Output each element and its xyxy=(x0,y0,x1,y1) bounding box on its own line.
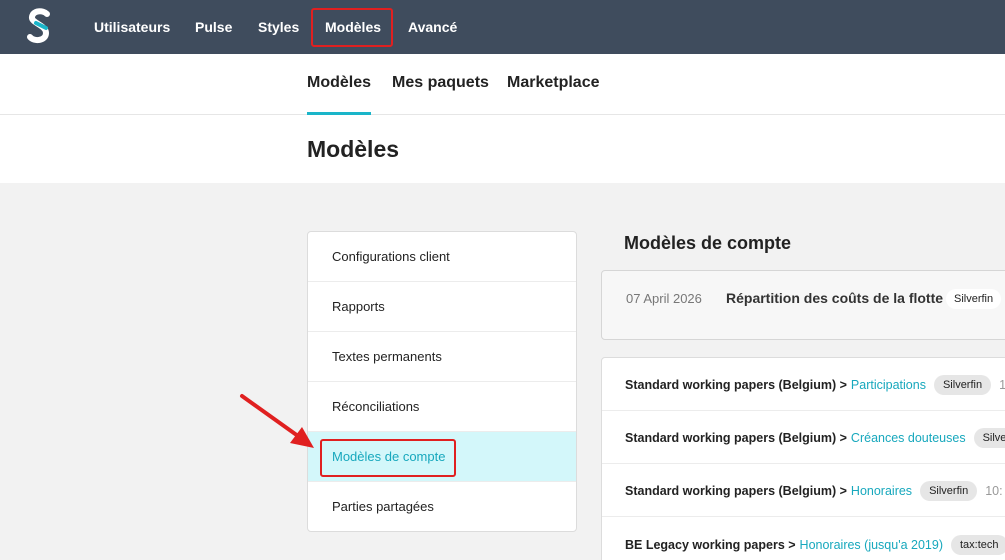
row-meta: 10: xyxy=(985,483,1003,498)
menu-item-configurations-client[interactable]: Configurations client xyxy=(308,232,576,282)
row-badge: Silverfin xyxy=(920,480,978,501)
row-badge: Silverfin xyxy=(933,374,992,395)
menu-item-rapports[interactable]: Rapports xyxy=(308,282,576,332)
row-package: Standard working papers (Belgium) > xyxy=(625,483,847,498)
list-item: Standard working papers (Belgium) > Hono… xyxy=(602,464,1005,517)
menu-item-modeles-de-compte[interactable]: Modèles de compte xyxy=(308,432,576,482)
page-header xyxy=(0,115,1005,183)
list-item: Standard working papers (Belgium) > Part… xyxy=(602,358,1005,411)
tab-mes-paquets[interactable]: Mes paquets xyxy=(392,54,489,115)
sub-nav: Modèles Mes paquets Marketplace xyxy=(0,54,1005,115)
featured-date: 07 April 2026 xyxy=(626,291,702,306)
nav-utilisateurs[interactable]: Utilisateurs xyxy=(94,0,170,54)
menu-item-reconciliations[interactable]: Réconciliations xyxy=(308,382,576,432)
row-meta: 1 xyxy=(999,377,1005,392)
silverfin-logo[interactable] xyxy=(27,8,51,44)
section-title: Modèles de compte xyxy=(624,233,792,253)
menu-item-parties-partagees[interactable]: Parties partagées xyxy=(308,482,576,531)
tab-marketplace[interactable]: Marketplace xyxy=(507,54,600,115)
template-type-menu: Configurations client Rapports Textes pe… xyxy=(307,231,577,532)
nav-modeles[interactable]: Modèles xyxy=(325,0,381,54)
menu-item-textes-permanents[interactable]: Textes permanents xyxy=(308,332,576,382)
row-package: BE Legacy working papers > xyxy=(625,537,796,552)
featured-badge: Silverfin xyxy=(946,289,1002,309)
row-badge: tax:tech xyxy=(951,534,1005,555)
nav-avance[interactable]: Avancé xyxy=(408,0,457,54)
list-item: Standard working papers (Belgium) > Créa… xyxy=(602,411,1005,464)
red-arrow-icon xyxy=(240,394,314,448)
template-list: Standard working papers (Belgium) > Part… xyxy=(601,357,1005,560)
featured-template-card[interactable]: 07 April 2026 Répartition des coûts de l… xyxy=(601,270,1005,340)
row-template-link[interactable]: Participations xyxy=(851,378,926,392)
tab-modeles[interactable]: Modèles xyxy=(307,54,372,115)
page-title: Modèles xyxy=(307,136,400,162)
row-template-link[interactable]: Honoraires (jusqu'a 2019) xyxy=(800,538,943,552)
row-badge: Silverfin xyxy=(973,427,1005,448)
featured-title[interactable]: Répartition des coûts de la flotte xyxy=(726,290,943,306)
row-template-link[interactable]: Créances douteuses xyxy=(851,431,966,445)
list-item: BE Legacy working papers > Honoraires (j… xyxy=(602,518,1005,560)
nav-styles[interactable]: Styles xyxy=(258,0,299,54)
top-nav-bar: Utilisateurs Pulse Styles Modèles Avancé xyxy=(0,0,1005,54)
row-package: Standard working papers (Belgium) > xyxy=(625,430,847,445)
row-template-link[interactable]: Honoraires xyxy=(851,484,912,498)
nav-pulse[interactable]: Pulse xyxy=(195,0,232,54)
row-package: Standard working papers (Belgium) > xyxy=(625,377,847,392)
